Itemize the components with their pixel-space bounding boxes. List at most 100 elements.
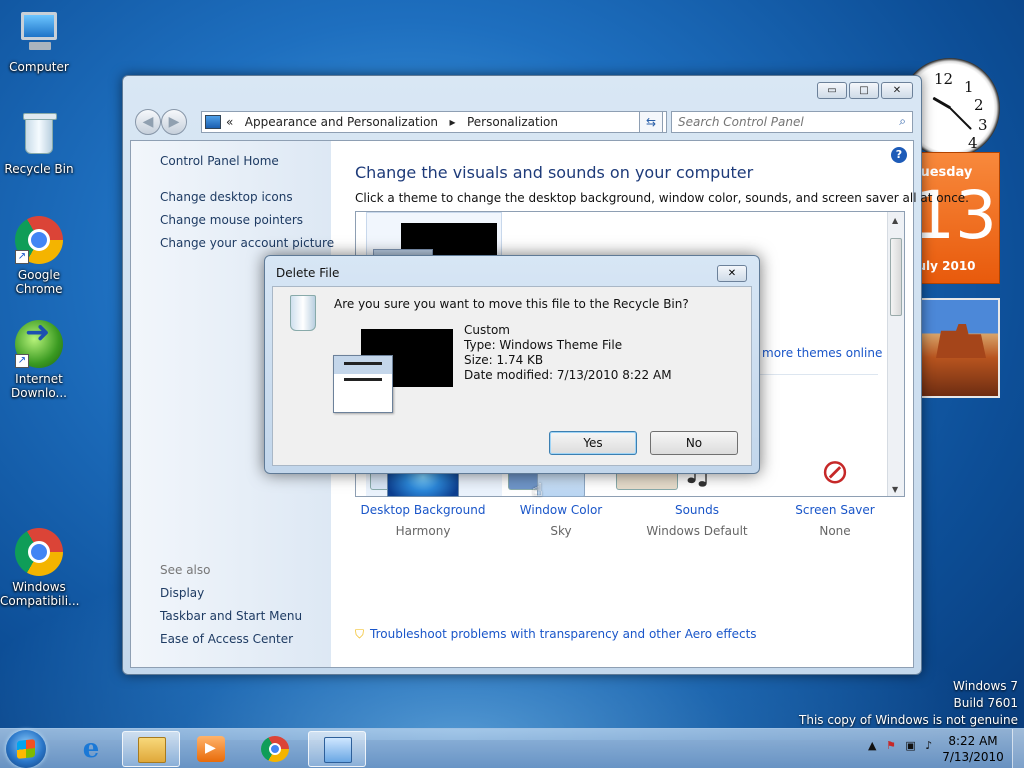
page-title: Change the visuals and sounds on your co… xyxy=(355,163,754,182)
taskbar-control-panel[interactable] xyxy=(308,731,366,767)
clock-number: 3 xyxy=(978,116,988,134)
forward-button[interactable]: ▶ xyxy=(161,109,187,135)
desktop-icon-label: Computer xyxy=(9,60,69,74)
file-size: Size: 1.74 KB xyxy=(464,353,544,367)
action-center-icon[interactable]: ⚑ xyxy=(886,739,896,752)
notification-area: ▲ ⚑ ▣ ♪ xyxy=(868,739,938,752)
computer-icon xyxy=(15,8,63,56)
change-account-picture-link[interactable]: Change your account picture xyxy=(160,236,334,250)
address-bar[interactable]: « Appearance and Personalization ▸ Perso… xyxy=(201,111,667,133)
page-description: Click a theme to change the desktop back… xyxy=(355,191,969,205)
desktop-icon-label: Recycle Bin xyxy=(4,162,74,176)
help-icon[interactable]: ? xyxy=(891,147,907,163)
desktop-icon-recycle-bin[interactable]: Recycle Bin xyxy=(0,110,78,176)
get-more-themes-link[interactable]: more themes online xyxy=(762,346,882,360)
slideshow-gadget[interactable] xyxy=(918,298,1000,398)
no-button[interactable]: No xyxy=(650,431,738,455)
recycle-bin-icon xyxy=(15,110,63,158)
clock-time: 8:22 AM xyxy=(948,734,998,748)
breadcrumb-overflow[interactable]: « xyxy=(226,115,233,129)
chrome-icon xyxy=(261,736,289,762)
window-controls: ▭ □ ✕ xyxy=(817,82,913,99)
yes-button[interactable]: Yes xyxy=(549,431,637,455)
windows-watermark: Windows 7 Build 7601 This copy of Window… xyxy=(799,678,1018,729)
change-desktop-icons-link[interactable]: Change desktop icons xyxy=(160,190,293,204)
scroll-up-icon[interactable]: ▲ xyxy=(892,216,898,225)
clock-number: 4 xyxy=(968,134,978,152)
control-panel-icon xyxy=(324,737,352,763)
forward-arrow-icon: ▶ xyxy=(168,114,180,130)
taskbar-and-start-menu-link[interactable]: Taskbar and Start Menu xyxy=(160,609,302,623)
troubleshoot-link[interactable]: ⛉ Troubleshoot problems with transparency… xyxy=(355,627,757,642)
navigation-bar: ◀ ▶ « Appearance and Personalization ▸ P… xyxy=(131,106,915,136)
file-date-modified: Date modified: 7/13/2010 8:22 AM xyxy=(464,368,672,382)
taskbar-internet-explorer[interactable]: e xyxy=(62,731,120,767)
refresh-icon: ⇆ xyxy=(645,115,657,129)
change-mouse-pointers-link[interactable]: Change mouse pointers xyxy=(160,213,303,227)
desktop-icon-computer[interactable]: Computer xyxy=(0,8,78,74)
breadcrumb-personalization[interactable]: Personalization xyxy=(467,115,558,129)
taskbar-google-chrome[interactable] xyxy=(246,731,304,767)
clock-number: 1 xyxy=(964,78,974,96)
show-hidden-icons-icon[interactable]: ▲ xyxy=(868,739,876,752)
screen-saver-icon: ⊘ xyxy=(820,452,850,492)
taskbar-clock[interactable]: 8:22 AM 7/13/2010 xyxy=(940,733,1006,765)
theme-file-icon xyxy=(333,355,393,413)
start-button[interactable] xyxy=(6,730,46,768)
taskbar-media-player[interactable] xyxy=(182,731,240,767)
ease-of-access-center-link[interactable]: Ease of Access Center xyxy=(160,632,293,646)
dialog-question: Are you sure you want to move this file … xyxy=(334,297,689,311)
refresh-button[interactable]: ⇆ xyxy=(639,111,663,133)
setting-name[interactable]: Screen Saver xyxy=(767,503,903,517)
watermark-line: This copy of Windows is not genuine xyxy=(799,713,1018,727)
setting-value: Sky xyxy=(550,524,572,538)
see-also-heading: See also xyxy=(160,563,211,577)
back-button[interactable]: ◀ xyxy=(135,109,161,135)
calendar-gadget[interactable]: Tuesday 13 July 2010 xyxy=(920,152,1000,284)
desktop-icon-google-chrome[interactable]: ↗ Google Chrome xyxy=(0,216,78,296)
search-input[interactable] xyxy=(678,113,888,131)
desktop-icon-windows-compatibility[interactable]: Windows Compatibili... xyxy=(0,528,80,608)
close-icon: ✕ xyxy=(727,268,737,279)
recycle-bin-icon xyxy=(290,295,316,331)
chrome-icon xyxy=(15,528,63,576)
desktop-icon-label: Internet Downlo... xyxy=(11,372,67,400)
scrollbar-thumb[interactable] xyxy=(890,238,902,316)
watermark-line: Build 7601 xyxy=(953,696,1018,710)
close-button[interactable]: ✕ xyxy=(881,82,913,99)
setting-name[interactable]: Sounds xyxy=(629,503,765,517)
taskbar: e ▲ ⚑ ▣ ♪ 8:22 AM 7/13/2010 xyxy=(0,728,1024,768)
desktop-icon-label: Windows Compatibili... xyxy=(0,580,80,608)
search-box: ⌕ xyxy=(671,111,913,133)
breadcrumb: « Appearance and Personalization ▸ Perso… xyxy=(226,115,558,129)
show-desktop-button[interactable] xyxy=(1012,729,1024,768)
search-icon[interactable]: ⌕ xyxy=(899,114,906,129)
back-arrow-icon: ◀ xyxy=(142,114,154,130)
minimize-button[interactable]: ▭ xyxy=(817,82,847,99)
clock-number: 12 xyxy=(934,70,954,88)
chrome-icon: ↗ xyxy=(15,216,63,264)
volume-icon[interactable]: ♪ xyxy=(925,739,932,752)
desktop-icon-internet-download-manager[interactable]: ↗ Internet Downlo... xyxy=(0,320,78,400)
taskbar-windows-explorer[interactable] xyxy=(122,731,180,767)
dialog-body: Are you sure you want to move this file … xyxy=(272,286,752,466)
internet-explorer-icon: e xyxy=(82,734,100,764)
clock-minute-hand xyxy=(949,107,972,130)
setting-name[interactable]: Window Color xyxy=(493,503,629,517)
setting-name[interactable]: Desktop Background xyxy=(355,503,491,517)
shield-icon: ⛉ xyxy=(355,627,365,641)
screen-saver-setting[interactable]: ⊘ Screen Saver None xyxy=(767,441,903,538)
clock-date: 7/13/2010 xyxy=(942,750,1004,764)
clock-number: 2 xyxy=(974,96,984,114)
breadcrumb-appearance-and-personalization[interactable]: Appearance and Personalization xyxy=(245,115,438,129)
calendar-month: July 2010 xyxy=(921,259,976,273)
breadcrumb-separator[interactable]: ▸ xyxy=(450,115,456,129)
network-icon[interactable]: ▣ xyxy=(905,739,915,752)
maximize-button[interactable]: □ xyxy=(849,82,879,99)
troubleshoot-label[interactable]: Troubleshoot problems with transparency … xyxy=(370,627,757,641)
display-link[interactable]: Display xyxy=(160,586,204,600)
control-panel-home-link[interactable]: Control Panel Home xyxy=(160,154,279,168)
download-manager-icon: ↗ xyxy=(15,320,63,368)
dialog-close-button[interactable]: ✕ xyxy=(717,265,747,282)
setting-value: Windows Default xyxy=(646,524,748,538)
